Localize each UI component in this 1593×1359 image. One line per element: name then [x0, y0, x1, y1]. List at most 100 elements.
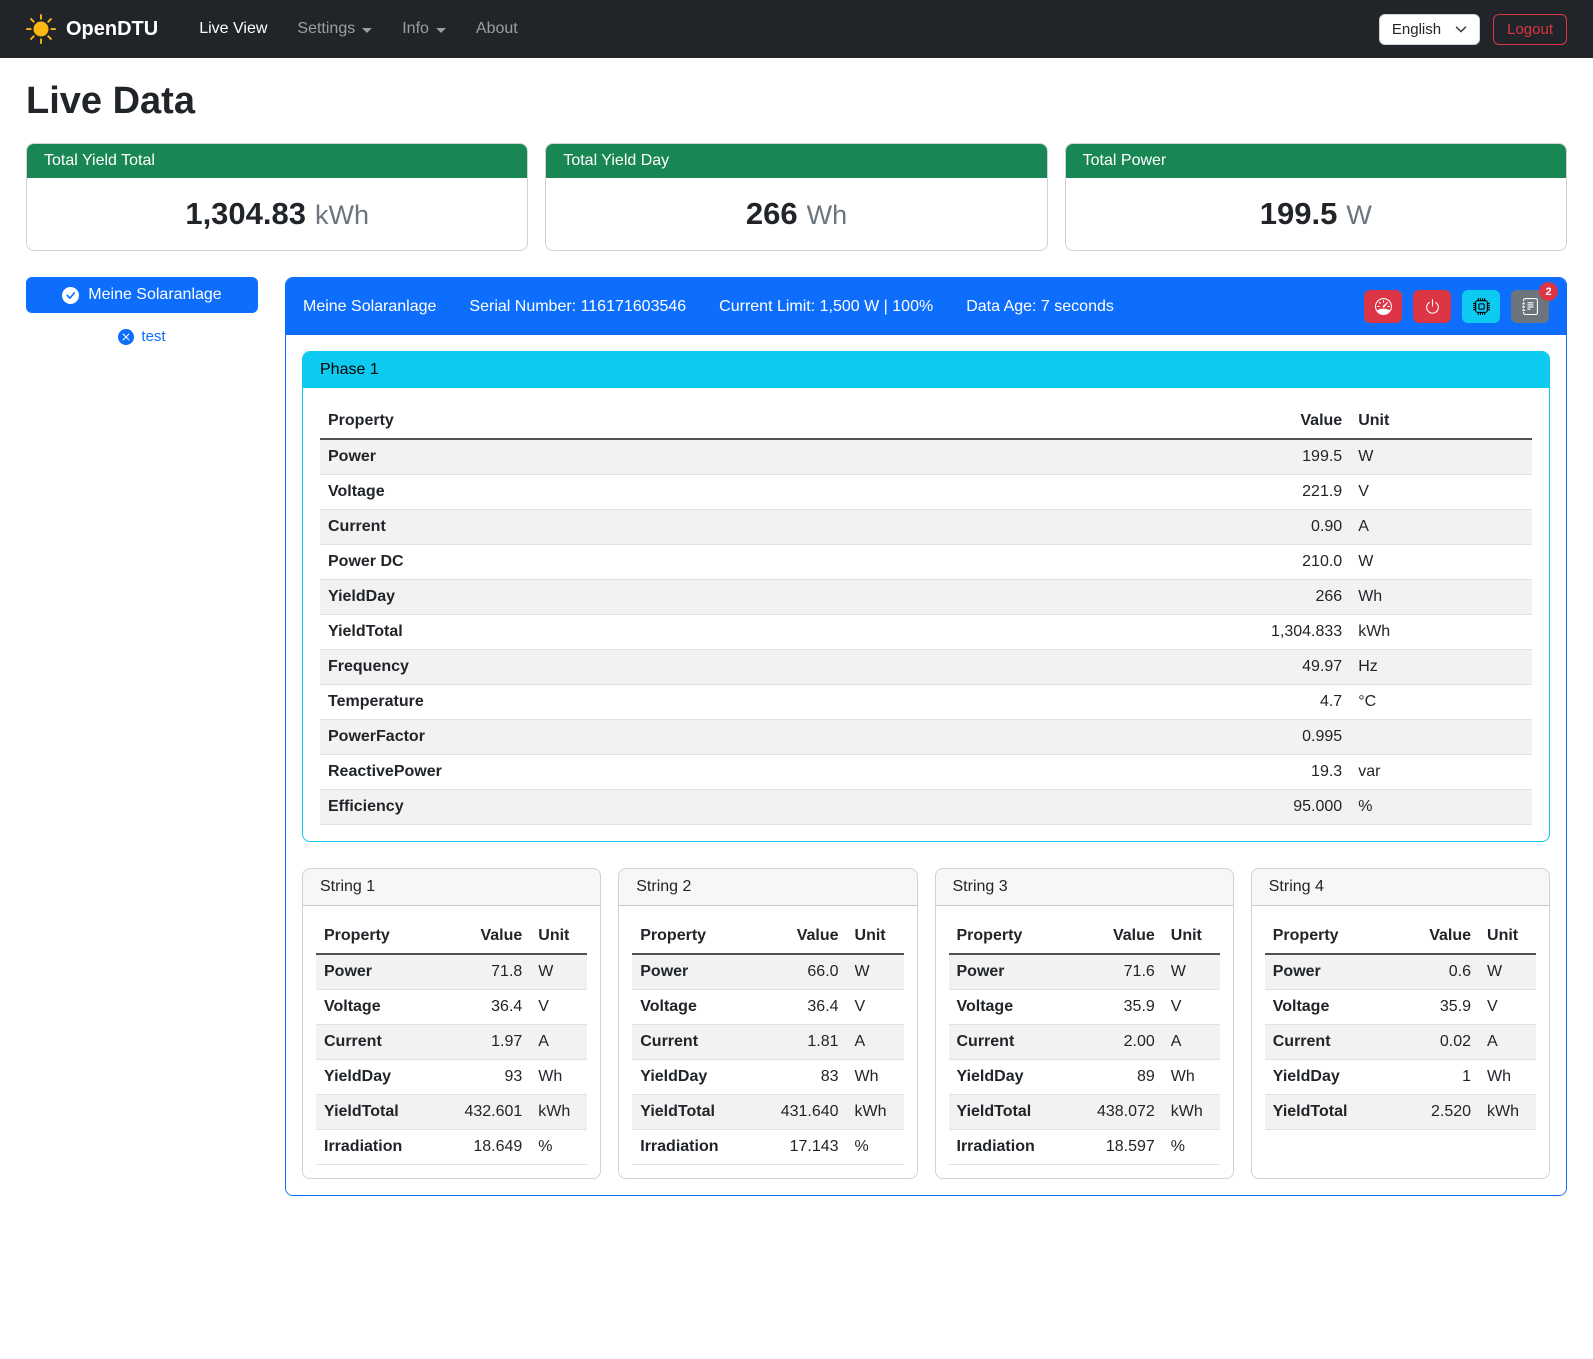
row-value: 431.640 — [754, 1095, 846, 1130]
power-icon — [1424, 298, 1441, 315]
column-header-property: Property — [1265, 919, 1387, 954]
row-unit: V — [1163, 990, 1220, 1025]
limit-settings-button[interactable] — [1364, 290, 1402, 323]
table-row: Frequency49.97Hz — [320, 650, 1532, 685]
row-value: 83 — [754, 1060, 846, 1095]
row-value: 18.649 — [438, 1130, 530, 1165]
sun-icon — [26, 14, 56, 44]
row-property: Temperature — [320, 685, 1168, 720]
row-property: ReactivePower — [320, 755, 1168, 790]
row-unit: % — [1163, 1130, 1220, 1165]
summary-card-total-yield-day: Total Yield Day 266Wh — [545, 143, 1047, 251]
inverter-select-button-active[interactable]: Meine Solaranlage — [26, 277, 258, 313]
row-value: 36.4 — [754, 990, 846, 1025]
row-unit: % — [1350, 790, 1532, 825]
string-card-title: String 3 — [936, 869, 1233, 906]
row-property: YieldDay — [1265, 1060, 1387, 1095]
string-card-title: String 2 — [619, 869, 916, 906]
row-property: YieldDay — [632, 1060, 754, 1095]
row-property: PowerFactor — [320, 720, 1168, 755]
inverter-name-label: Meine Solaranlage — [88, 286, 221, 304]
row-value: 71.8 — [438, 954, 530, 990]
check-circle-icon — [62, 287, 79, 304]
nav-item-live-view[interactable]: Live View — [184, 12, 282, 46]
brand[interactable]: OpenDTU — [26, 14, 158, 44]
row-unit: var — [1350, 755, 1532, 790]
table-row: Irradiation18.649% — [316, 1130, 587, 1165]
row-value: 18.597 — [1071, 1130, 1163, 1165]
top-navbar: OpenDTU Live View Settings Info About En… — [0, 0, 1593, 58]
row-value: 2.520 — [1387, 1095, 1479, 1130]
column-header-value: Value — [1387, 919, 1479, 954]
row-value: 19.3 — [1168, 755, 1350, 790]
row-value: 1,304.833 — [1168, 615, 1350, 650]
table-row: YieldTotal438.072kWh — [949, 1095, 1220, 1130]
table-row: YieldDay83Wh — [632, 1060, 903, 1095]
table-row: Current0.90A — [320, 510, 1532, 545]
row-property: YieldDay — [316, 1060, 438, 1095]
table-row: Current0.02A — [1265, 1025, 1536, 1060]
row-property: Power DC — [320, 545, 1168, 580]
inverter-limit: Current Limit: 1,500 W | 100% — [719, 298, 933, 316]
nav-item-about[interactable]: About — [461, 12, 533, 46]
row-value: 0.6 — [1387, 954, 1479, 990]
row-unit: W — [1163, 954, 1220, 990]
row-unit: kWh — [530, 1095, 587, 1130]
language-select[interactable]: English — [1379, 14, 1480, 45]
card-unit: kWh — [315, 200, 369, 230]
row-unit: Wh — [1163, 1060, 1220, 1095]
table-row: Efficiency95.000% — [320, 790, 1532, 825]
chevron-down-icon — [1455, 23, 1467, 35]
page-container: Live Data Total Yield Total 1,304.83kWh … — [0, 58, 1593, 1224]
column-header-property: Property — [632, 919, 754, 954]
inverter-select-button-test[interactable]: test — [26, 328, 258, 345]
journal-text-icon — [1522, 298, 1539, 315]
language-select-value: English — [1392, 21, 1441, 38]
logout-button[interactable]: Logout — [1493, 14, 1567, 45]
string-card-body: Property Value Unit Power71.8W Voltage36… — [303, 906, 600, 1178]
row-unit: Wh — [1350, 580, 1532, 615]
table-row: ReactivePower19.3var — [320, 755, 1532, 790]
row-value: 266 — [1168, 580, 1350, 615]
string-card-4: String 4 Property Value Unit — [1251, 868, 1550, 1179]
row-value: 36.4 — [438, 990, 530, 1025]
row-property: Voltage — [632, 990, 754, 1025]
row-value: 0.02 — [1387, 1025, 1479, 1060]
table-row: Irradiation18.597% — [949, 1130, 1220, 1165]
device-settings-button[interactable] — [1462, 290, 1500, 323]
nav-item-settings[interactable]: Settings — [282, 12, 387, 46]
power-settings-button[interactable] — [1413, 290, 1451, 323]
row-value: 17.143 — [754, 1130, 846, 1165]
phase-card-title: Phase 1 — [303, 352, 1549, 388]
row-value: 0.90 — [1168, 510, 1350, 545]
row-unit: V — [847, 990, 904, 1025]
row-property: Frequency — [320, 650, 1168, 685]
table-row: YieldTotal431.640kWh — [632, 1095, 903, 1130]
nav-item-info[interactable]: Info — [387, 12, 461, 46]
nav-item-label: Info — [402, 20, 429, 38]
table-row: Voltage35.9V — [949, 990, 1220, 1025]
table-row: Power66.0W — [632, 954, 903, 990]
table-header-row: Property Value Unit — [949, 919, 1220, 954]
inverter-data-age: Data Age: 7 seconds — [966, 298, 1114, 316]
row-value: 0.995 — [1168, 720, 1350, 755]
table-row: Temperature4.7°C — [320, 685, 1532, 720]
column-header-unit: Unit — [1479, 919, 1536, 954]
string-card-2: String 2 Property Value Unit — [618, 868, 917, 1179]
column-header-property: Property — [320, 404, 1168, 439]
content-row: Meine Solaranlage test Meine Solaranlage… — [26, 277, 1567, 1196]
phase-card: Phase 1 Property Value Unit — [302, 351, 1550, 842]
row-property: Irradiation — [949, 1130, 1071, 1165]
row-value: 1.81 — [754, 1025, 846, 1060]
row-property: Power — [320, 439, 1168, 475]
nav-item-label: Live View — [199, 20, 267, 38]
row-value: 95.000 — [1168, 790, 1350, 825]
table-row: Current1.97A — [316, 1025, 587, 1060]
row-unit: Wh — [530, 1060, 587, 1095]
event-log-button[interactable]: 2 — [1511, 290, 1549, 323]
table-row: Current1.81A — [632, 1025, 903, 1060]
card-body: 1,304.83kWh — [27, 178, 527, 250]
row-property: Voltage — [949, 990, 1071, 1025]
nav-menu: Live View Settings Info About — [184, 12, 533, 46]
row-property: Current — [316, 1025, 438, 1060]
